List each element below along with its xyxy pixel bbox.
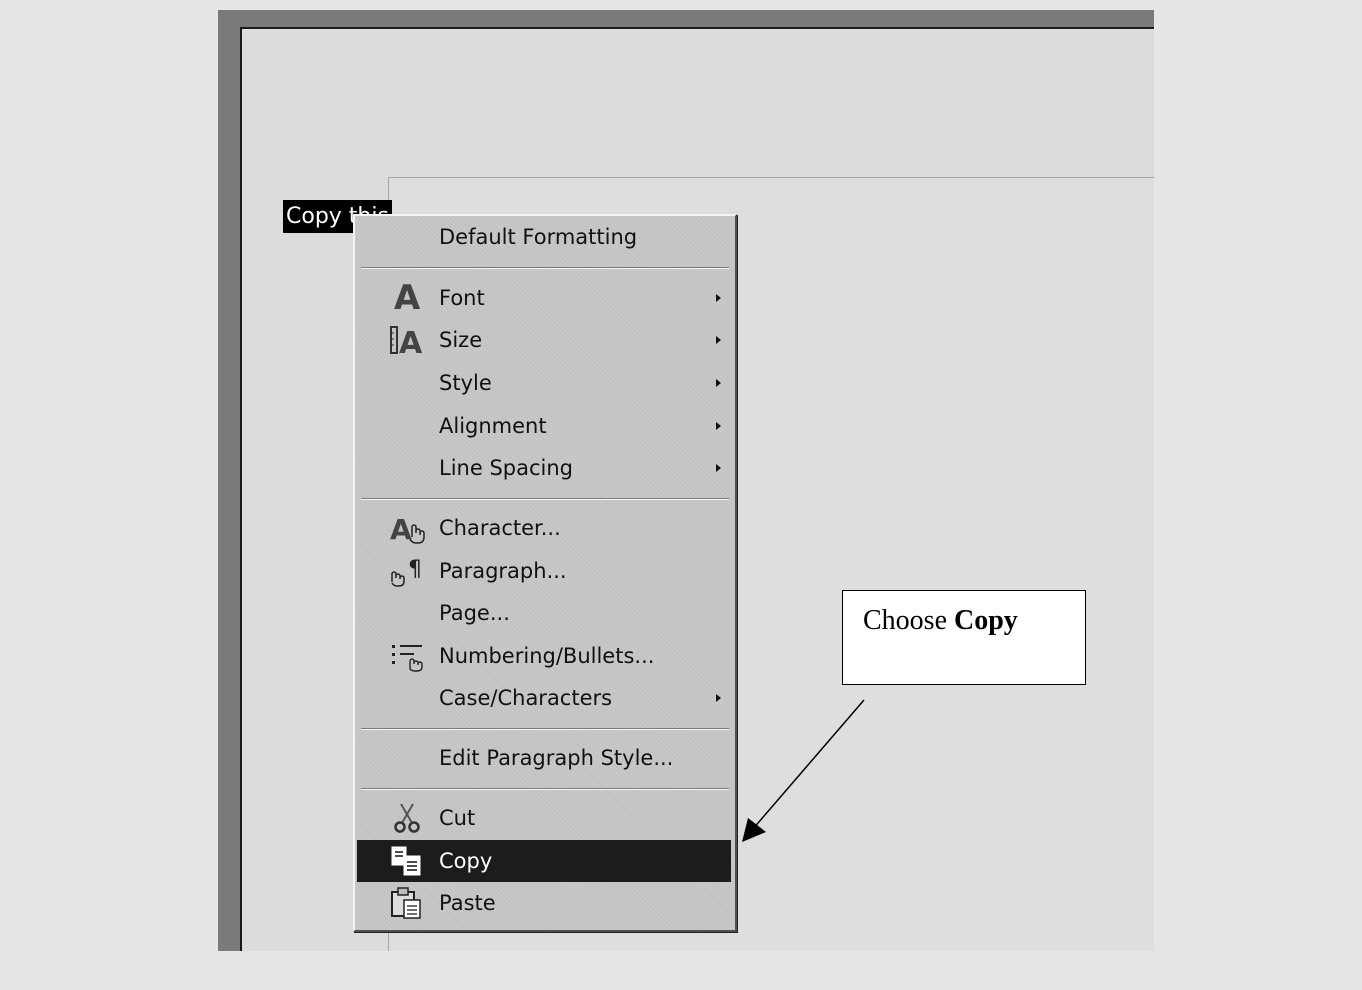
callout-arrow [742,699,865,842]
